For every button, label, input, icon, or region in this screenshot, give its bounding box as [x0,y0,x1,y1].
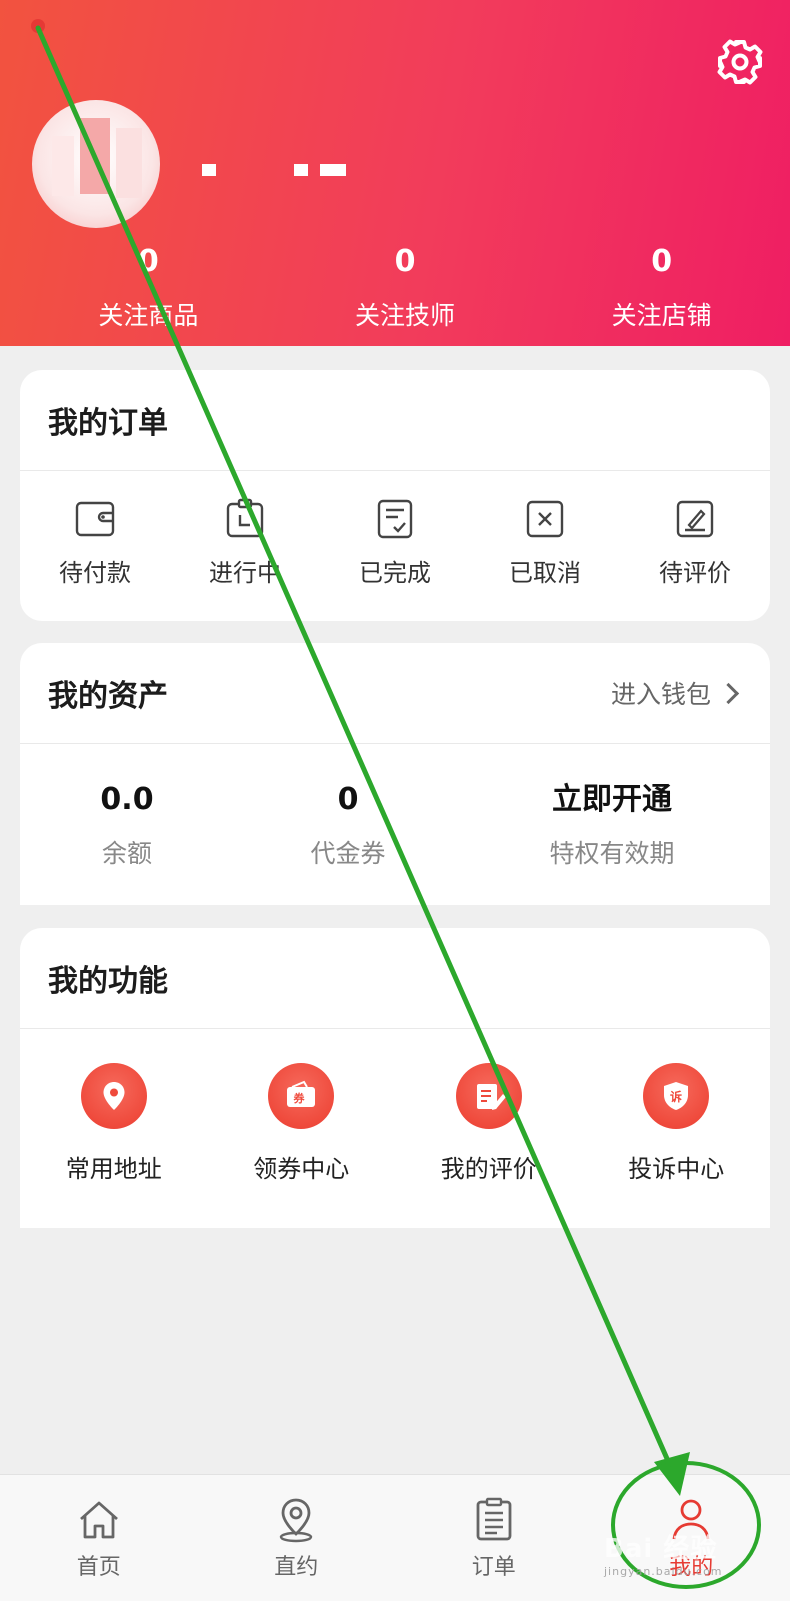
function-row: 常用地址 券 领券中心 我的评价 [20,1029,770,1184]
order-pending-payment[interactable]: 待付款 [20,497,170,588]
clipboard-icon [223,497,267,541]
section-title: 我的资产 [48,671,168,715]
document-check-icon [373,497,417,541]
asset-row: 0.0 余额 0 代金券 立即开通 特权有效期 [20,744,770,870]
my-orders-card: 我的订单 待付款 进行中 已完成 [20,370,770,621]
gear-icon [716,38,764,86]
order-cancelled[interactable]: 已取消 [470,497,620,588]
home-icon [74,1495,124,1545]
username-blurred [198,158,358,180]
pen-box-icon [673,497,717,541]
settings-button[interactable] [716,38,764,86]
watermark-url: jingyan.baidu.com [604,1565,723,1578]
follow-stats: 0 关注商品 0 关注技师 0 关注店铺 [0,242,790,332]
stat-value: 0 [533,242,790,282]
stat-followed-technicians[interactable]: 0 关注技师 [277,242,534,332]
location-icon [271,1495,321,1545]
function-my-reviews[interactable]: 我的评价 [395,1063,583,1184]
stat-label: 关注技师 [277,296,534,332]
activate-now-link[interactable]: 立即开通 [462,782,762,818]
wallet-link-label: 进入钱包 [611,675,711,711]
card-header: 我的订单 [20,370,770,471]
stat-followed-stores[interactable]: 0 关注店铺 [533,242,790,332]
stat-label: 关注商品 [20,296,277,332]
function-address[interactable]: 常用地址 [20,1063,208,1184]
card-header: 我的功能 [20,928,770,1029]
coupon-icon: 券 [268,1063,334,1129]
section-title: 我的订单 [48,398,168,442]
stat-followed-products[interactable]: 0 关注商品 [20,242,277,332]
order-completed[interactable]: 已完成 [320,497,470,588]
asset-privilege[interactable]: 立即开通 特权有效期 [462,782,762,870]
asset-label: 特权有效期 [462,834,762,870]
watermark: Bai 经验 jingyan.baidu.com [604,1528,723,1578]
tab-orders[interactable]: 订单 [395,1475,593,1601]
section-title: 我的功能 [48,956,168,1000]
stat-label: 关注店铺 [533,296,790,332]
order-status-row: 待付款 进行中 已完成 已取消 [20,471,770,588]
wallet-icon [73,497,117,541]
stat-value: 0 [20,242,277,282]
enter-wallet-link[interactable]: 进入钱包 [611,675,742,711]
svg-text:券: 券 [293,1091,306,1105]
location-pin-icon [81,1063,147,1129]
function-label: 领券中心 [208,1149,396,1184]
function-label: 投诉中心 [583,1149,771,1184]
tab-home[interactable]: 首页 [0,1475,198,1601]
order-list-icon [469,1495,519,1545]
asset-label: 余额 [20,834,234,870]
asset-value: 0.0 [20,782,234,818]
cancel-box-icon [523,497,567,541]
tab-label: 直约 [198,1549,396,1581]
my-functions-card: 我的功能 常用地址 券 领券中心 [20,928,770,1228]
order-status-label: 待付款 [20,553,170,588]
asset-label: 代金券 [234,834,462,870]
asset-vouchers[interactable]: 0 代金券 [234,782,462,870]
order-status-label: 已完成 [320,553,470,588]
order-to-review[interactable]: 待评价 [620,497,770,588]
function-complaint-center[interactable]: 诉 投诉中心 [583,1063,771,1184]
review-edit-icon [456,1063,522,1129]
function-label: 我的评价 [395,1149,583,1184]
asset-balance[interactable]: 0.0 余额 [20,782,234,870]
avatar[interactable] [32,100,160,228]
function-coupon-center[interactable]: 券 领券中心 [208,1063,396,1184]
order-status-label: 待评价 [620,553,770,588]
order-status-label: 进行中 [170,553,320,588]
tab-label: 订单 [395,1549,593,1581]
complaint-shield-icon: 诉 [643,1063,709,1129]
tab-label: 首页 [0,1549,198,1581]
order-status-label: 已取消 [470,553,620,588]
svg-text:诉: 诉 [670,1089,682,1104]
watermark-brand: Bai 经验 [604,1534,717,1564]
chevron-right-icon [718,682,739,703]
stat-value: 0 [277,242,534,282]
card-header: 我的资产 进入钱包 [20,643,770,744]
order-in-progress[interactable]: 进行中 [170,497,320,588]
asset-value: 0 [234,782,462,818]
my-assets-card: 我的资产 进入钱包 0.0 余额 0 代金券 立即开通 特权有效期 [20,643,770,905]
profile-header: 0 关注商品 0 关注技师 0 关注店铺 [0,0,790,346]
function-label: 常用地址 [20,1149,208,1184]
tab-direct-booking[interactable]: 直约 [198,1475,396,1601]
